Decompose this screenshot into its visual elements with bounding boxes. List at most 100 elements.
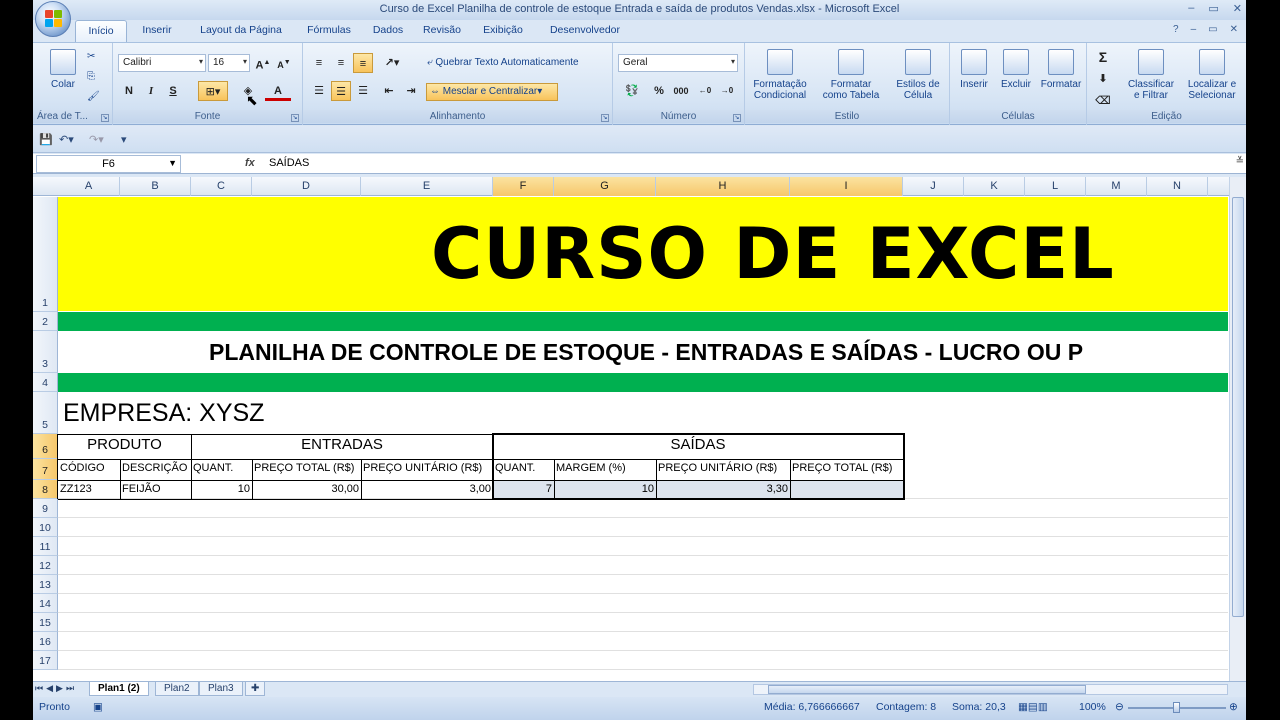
expand-formula-icon[interactable]: ≚ <box>1236 156 1244 167</box>
sheet-tab-plan3[interactable]: Plan3 <box>199 682 243 696</box>
minimize-button[interactable]: – <box>1188 2 1194 15</box>
column-header-h[interactable]: H <box>656 177 790 196</box>
format-as-table-button[interactable]: Formatar como Tabela <box>817 49 885 101</box>
row-header-16[interactable]: 16 <box>33 632 58 651</box>
header-cell[interactable]: QUANT. <box>493 459 554 480</box>
data-cell[interactable]: ZZ123 <box>58 480 120 499</box>
horizontal-scrollbar[interactable] <box>753 684 1228 695</box>
decrease-decimal-icon[interactable]: →0 <box>717 81 737 101</box>
column-header-c[interactable]: C <box>191 177 252 196</box>
copy-icon[interactable]: ⎘ <box>87 71 95 82</box>
alignment-launcher-icon[interactable]: ↘ <box>601 114 609 122</box>
increase-decimal-icon[interactable]: ←0 <box>695 81 715 101</box>
orientation-icon[interactable]: ↗▾ <box>379 53 405 73</box>
name-box[interactable]: F6 ▼ <box>36 155 181 173</box>
close-button[interactable]: ✕ <box>1233 2 1242 15</box>
header-cell[interactable]: PREÇO UNITÁRIO (R$) <box>361 459 493 480</box>
tab-desenvolvedor[interactable]: Desenvolvedor <box>535 20 635 42</box>
borders-button[interactable]: ⊞▾ <box>198 81 228 101</box>
shrink-font-button[interactable]: A▼ <box>274 53 294 73</box>
merge-center-button[interactable]: ⇔ Mesclar e Centralizar▾ <box>426 83 558 101</box>
data-cell[interactable]: 7 <box>493 480 554 499</box>
horizontal-scroll-thumb[interactable] <box>768 685 1086 694</box>
group-header-produto[interactable]: PRODUTO <box>58 434 191 459</box>
save-icon[interactable]: 💾 <box>39 133 53 146</box>
column-header-l[interactable]: L <box>1025 177 1086 196</box>
wrap-text-button[interactable]: ⤶ Quebrar Texto Automaticamente <box>427 57 607 68</box>
help-icon[interactable]: ? <box>1173 24 1179 35</box>
macro-record-icon[interactable]: ▣ <box>93 701 103 713</box>
column-header-b[interactable]: B <box>120 177 191 196</box>
tab-formulas[interactable]: Fórmulas <box>295 20 363 42</box>
header-cell[interactable]: DESCRIÇÃO <box>120 459 191 480</box>
row-header-1[interactable]: 1 <box>33 197 58 312</box>
font-color-button[interactable]: A <box>265 81 291 101</box>
row-header-10[interactable]: 10 <box>33 518 58 537</box>
font-name-combo[interactable]: Calibri ▾ <box>118 54 206 72</box>
header-cell[interactable]: CÓDIGO <box>58 459 120 480</box>
tab-revisao[interactable]: Revisão <box>413 20 471 42</box>
row-header-14[interactable]: 14 <box>33 594 58 613</box>
data-cell[interactable]: 10 <box>191 480 252 499</box>
row-header-7[interactable]: 7 <box>33 459 58 480</box>
column-header-f[interactable]: F <box>493 177 554 196</box>
header-cell[interactable]: QUANT. <box>191 459 252 480</box>
row-header-12[interactable]: 12 <box>33 556 58 575</box>
cut-icon[interactable]: ✂ <box>87 51 95 62</box>
column-header-j[interactable]: J <box>903 177 964 196</box>
find-select-button[interactable]: Localizar e Selecionar <box>1181 49 1243 101</box>
font-launcher-icon[interactable]: ↘ <box>291 114 299 122</box>
zoom-slider-thumb[interactable] <box>1173 702 1180 713</box>
tab-exibicao[interactable]: Exibição <box>471 20 535 42</box>
conditional-format-button[interactable]: Formatação Condicional <box>747 49 813 101</box>
row-header-8[interactable]: 8 <box>33 480 58 499</box>
column-header-k[interactable]: K <box>964 177 1025 196</box>
view-normal-icon[interactable]: ▦▤▥ <box>1018 701 1048 713</box>
clipboard-launcher-icon[interactable]: ↘ <box>101 114 109 122</box>
tab-layout[interactable]: Layout da Página <box>187 20 295 42</box>
worksheet-grid[interactable]: ABCDEFGHIJKLMN 1 2 3 4 5 6 7 8 9 10 11 12 13 14 15 16 17… <box>33 177 1246 681</box>
align-bottom-icon[interactable]: ≡ <box>353 53 373 73</box>
zoom-in-icon[interactable]: ⊕ <box>1229 701 1238 713</box>
column-header-i[interactable]: I <box>790 177 903 196</box>
number-format-combo[interactable]: Geral ▾ <box>618 54 738 72</box>
column-header-m[interactable]: M <box>1086 177 1147 196</box>
row-header-2[interactable]: 2 <box>33 312 58 331</box>
bold-button[interactable]: N <box>119 81 139 101</box>
align-top-icon[interactable]: ≡ <box>309 53 329 73</box>
office-button[interactable] <box>35 1 71 37</box>
maximize-button[interactable]: ▭ <box>1208 2 1218 15</box>
fill-icon[interactable]: ⬇ <box>1093 69 1113 89</box>
number-launcher-icon[interactable]: ↘ <box>733 114 741 122</box>
column-header-n[interactable]: N <box>1147 177 1208 196</box>
align-middle-icon[interactable]: ≡ <box>331 53 351 73</box>
row-header-13[interactable]: 13 <box>33 575 58 594</box>
row-header-5[interactable]: 5 <box>33 392 58 434</box>
tab-inserir[interactable]: Inserir <box>127 20 187 42</box>
sheet-tab-plan1-2[interactable]: Plan1 (2) <box>89 682 149 696</box>
format-cells-button[interactable]: Formatar <box>1038 49 1084 90</box>
format-painter-icon[interactable]: 🖌 <box>87 91 100 102</box>
grow-font-button[interactable]: A▲ <box>253 53 273 73</box>
vertical-scrollbar[interactable] <box>1229 177 1246 681</box>
sort-filter-button[interactable]: Classificar e Filtrar <box>1121 49 1181 101</box>
cell-styles-button[interactable]: Estilos de Célula <box>889 49 947 101</box>
column-header-d[interactable]: D <box>252 177 361 196</box>
decrease-indent-icon[interactable]: ⇤ <box>379 81 399 101</box>
tab-inicio[interactable]: Início <box>75 20 127 42</box>
increase-indent-icon[interactable]: ⇥ <box>401 81 421 101</box>
ribbon-restore-icon[interactable]: ▭ <box>1208 24 1217 35</box>
data-cell[interactable]: 30,00 <box>252 480 361 499</box>
row-header-9[interactable]: 9 <box>33 499 58 518</box>
header-cell[interactable]: PREÇO TOTAL (R$) <box>790 459 903 480</box>
align-left-icon[interactable]: ☰ <box>309 81 329 101</box>
underline-button[interactable]: S <box>163 81 183 101</box>
italic-button[interactable]: I <box>141 81 161 101</box>
row-header-4[interactable]: 4 <box>33 373 58 392</box>
undo-icon[interactable]: ↶▾ <box>59 133 74 146</box>
ribbon-minimize-icon[interactable]: – <box>1191 24 1197 35</box>
delete-cells-button[interactable]: Excluir <box>996 49 1036 90</box>
sheet-tab-plan2[interactable]: Plan2 <box>155 682 199 696</box>
thousands-button[interactable]: 000 <box>671 81 691 101</box>
ribbon-close-icon[interactable]: ✕ <box>1230 24 1238 35</box>
